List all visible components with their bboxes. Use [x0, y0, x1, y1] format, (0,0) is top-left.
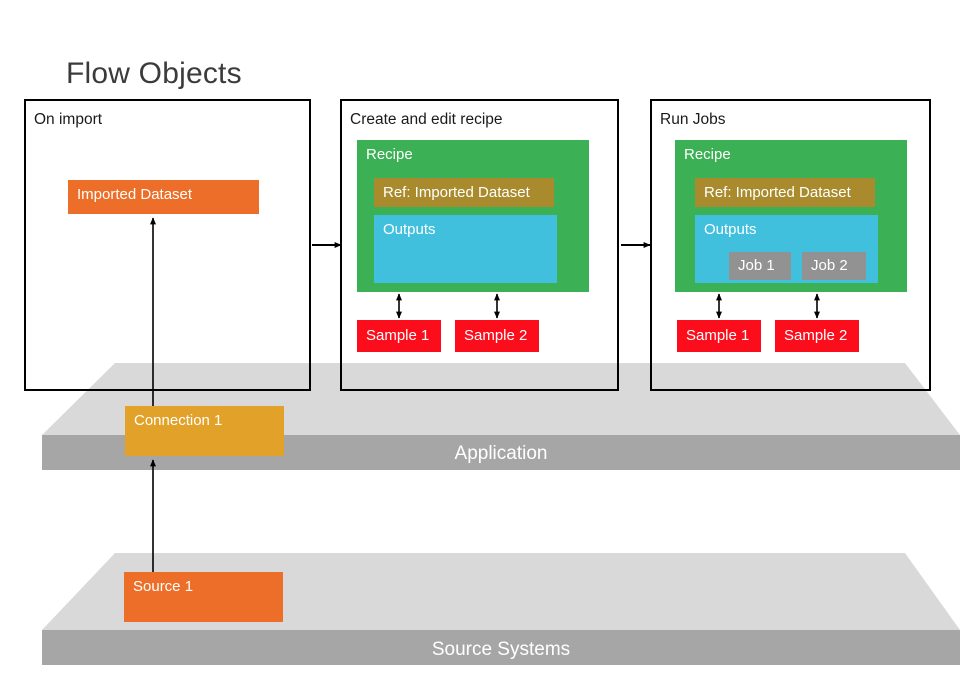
- diagram-canvas: Flow Objects Source Systems Source 1 App…: [0, 0, 960, 679]
- arrows-layer: [0, 0, 960, 679]
